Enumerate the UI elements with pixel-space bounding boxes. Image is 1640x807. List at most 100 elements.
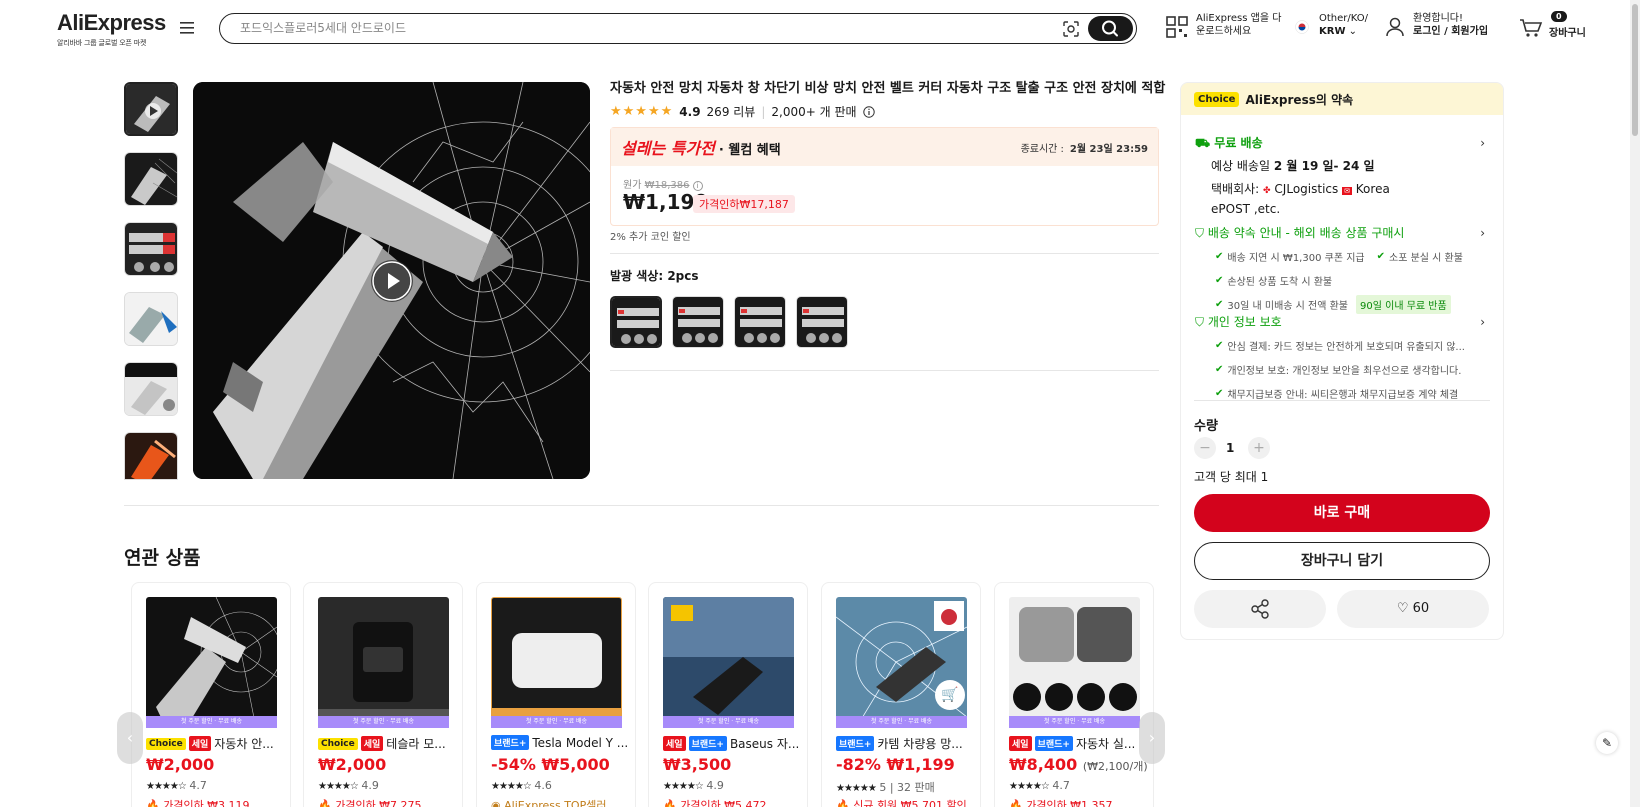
chevron-right-icon: › xyxy=(1480,225,1485,240)
product-card[interactable]: 첫 주문 할인 · 무료 배송 🛒 브랜드+ 카템 차량용 망... -82% ₩… xyxy=(821,582,981,807)
product-title: 자동차 안전 망치 자동차 창 차단기 비상 망치 안전 벨트 커터 자동차 구… xyxy=(610,81,1166,96)
product-card-rating: ★★★★☆ 4.7 xyxy=(146,779,207,792)
gallery-thumb[interactable] xyxy=(124,362,178,416)
product-card-rating: ★★★★☆ 4.6 xyxy=(491,779,552,792)
check-icon: ✔ xyxy=(1215,299,1224,310)
share-icon xyxy=(1251,599,1269,619)
check-icon: ✔ xyxy=(1215,340,1224,351)
product-card-name: Choice 세일 테슬라 모... xyxy=(318,735,454,752)
quantity-increase-button[interactable]: + xyxy=(1248,437,1270,459)
image-search-icon[interactable] xyxy=(1062,20,1080,38)
privacy-item: 안심 결제: 카드 정보는 안전하게 보호되며 유출되지 않... xyxy=(1227,342,1465,353)
free-shipping-row[interactable]: ⛟ 무료 배송 › 예상 배송일 2 월 19 일- 24 일 택배회사: ✤ … xyxy=(1195,134,1485,218)
wishlist-button[interactable]: ♡ 60 xyxy=(1337,590,1489,628)
divider xyxy=(610,253,1159,254)
gallery-thumb[interactable] xyxy=(124,432,178,480)
gallery-thumb[interactable] xyxy=(124,292,178,346)
share-button[interactable] xyxy=(1194,590,1326,628)
feedback-edit-icon[interactable]: ✎ xyxy=(1596,732,1618,754)
divider xyxy=(610,370,1159,371)
quantity-limit: 고객 당 최대 1 xyxy=(1194,470,1269,484)
product-card-name: 세일 브랜드+ 자동차 실... xyxy=(1009,735,1145,752)
search-button[interactable] xyxy=(1088,16,1133,41)
first-order-strip: 첫 주문 할인 · 무료 배송 xyxy=(1009,716,1140,728)
product-card-price: -54% ₩5,000 xyxy=(491,755,610,774)
region-selector[interactable]: Other/KO/KRW ⌄ xyxy=(1295,12,1368,38)
related-products-title: 연관 상품 xyxy=(124,547,201,569)
add-to-cart-icon[interactable]: 🛒 xyxy=(935,680,965,710)
deal-box: 설레는 특가전 · 웰컴 혜택 종료시간 :2월 23일 23:59 원가 ₩18… xyxy=(610,127,1159,226)
user-icon xyxy=(1386,17,1404,37)
product-card-promo: ◉ AliExpress TOP셀러 xyxy=(491,797,606,807)
product-card-image xyxy=(146,597,277,728)
menu-icon[interactable] xyxy=(180,22,194,34)
product-card[interactable]: 첫 주문 할인 · 무료 배송 Choice 세일 테슬라 모... ₩2,000 … xyxy=(303,582,463,807)
privacy-section[interactable]: ⛉ 개인 정보 보호 › ✔ 안심 결제: 카드 정보는 안전하게 보호되며 유출… xyxy=(1195,313,1485,402)
wishlist-count: 60 xyxy=(1412,601,1430,616)
color-option[interactable] xyxy=(610,296,662,348)
rating-value: 4.9 xyxy=(679,104,701,119)
carousel-next-button[interactable]: › xyxy=(1139,712,1165,764)
quantity-decrease-button[interactable]: − xyxy=(1194,437,1216,459)
delivery-promise-section[interactable]: ⛉ 배송 약속 안내 - 해외 배송 상품 구매시 › ✔ 배송 지연 시 ₩1,… xyxy=(1195,224,1485,314)
app-download[interactable]: AliExpress 앱을 다 운로드하세요 xyxy=(1166,12,1281,38)
epost-logo-icon: ✉ xyxy=(1342,187,1352,195)
deal-brand: 설레는 특가전 xyxy=(621,139,715,158)
product-card-image xyxy=(491,597,622,728)
gallery-thumb[interactable] xyxy=(124,152,178,206)
gallery-thumb-video[interactable] xyxy=(124,82,178,136)
color-option[interactable] xyxy=(672,296,724,348)
product-card-rating: ★★★★★ 5 | 32 판매 xyxy=(836,781,935,794)
product-card[interactable]: 첫 주문 할인 · 무료 배송 Choice 세일 자동차 안... ₩2,000 … xyxy=(131,582,291,807)
deal-end-time: 종료시간 :2월 23일 23:59 xyxy=(1020,143,1148,155)
chevron-left-icon: ‹ xyxy=(126,728,134,747)
main-product-image[interactable] xyxy=(193,82,590,479)
chevron-right-icon: › xyxy=(1148,728,1156,747)
check-icon: ✔ xyxy=(1215,388,1224,399)
gallery-thumb[interactable] xyxy=(124,222,178,276)
medal-icon: ◉ xyxy=(491,799,501,807)
fire-icon: 🔥 xyxy=(836,799,850,807)
product-card-image xyxy=(1009,597,1140,728)
scrollbar-thumb[interactable] xyxy=(1632,4,1638,136)
buy-now-button[interactable]: 바로 구매 xyxy=(1194,494,1490,532)
product-card-rating: ★★★★☆ 4.9 xyxy=(663,779,724,792)
shield-icon: ⛉ xyxy=(1195,226,1205,240)
aliexpress-logo[interactable]: AliExpress 알리바바 그룹 글로벌 오픈 마켓 xyxy=(57,10,166,48)
first-order-strip: 첫 주문 할인 · 무료 배송 xyxy=(836,716,967,728)
account-menu[interactable]: 환영합니다! 로그인 / 회원가입 xyxy=(1385,12,1488,38)
product-card[interactable]: 첫 주문 할인 · 무료 배송 세일 브랜드+ Baseus 자... ₩3,500… xyxy=(648,582,808,807)
quantity-label: 수량 xyxy=(1194,419,1218,434)
video-play-button[interactable] xyxy=(371,260,413,302)
info-icon[interactable] xyxy=(862,105,875,118)
product-card-price: ₩2,000 xyxy=(146,755,215,774)
product-card-promo: 🔥 가격인하 ₩3,119 xyxy=(146,797,250,807)
product-card-image xyxy=(318,597,449,728)
privacy-item: 개인정보 보호: 개인정보 보안을 최우선으로 생각합니다. xyxy=(1227,366,1462,377)
qr-code-icon xyxy=(1166,16,1188,38)
product-card[interactable]: 첫 주문 할인 · 무료 배송 브랜드+ Tesla Model Y ... -5… xyxy=(476,582,636,807)
sold-count: 2,000+ 개 판매 xyxy=(771,105,857,119)
review-count[interactable]: 269 리뷰 xyxy=(707,103,756,120)
currency-text: KRW xyxy=(1319,26,1346,37)
first-order-strip: 첫 주문 할인 · 무료 배송 xyxy=(146,716,277,728)
promise-item: 소포 분실 시 환불 xyxy=(1389,253,1463,264)
check-icon: ✔ xyxy=(1215,251,1224,262)
color-option[interactable] xyxy=(734,296,786,348)
color-label: 발광 색상: 2pcs xyxy=(610,269,699,283)
heart-icon: ♡ xyxy=(1396,601,1409,616)
product-card-name: 브랜드+ Tesla Model Y ... xyxy=(491,735,627,750)
promise-item: 손상된 상품 도착 시 환불 xyxy=(1227,277,1333,288)
carousel-prev-button[interactable]: ‹ xyxy=(117,712,143,764)
quantity-value[interactable]: 1 xyxy=(1226,441,1234,455)
chevron-right-icon: › xyxy=(1480,314,1485,329)
rating-row: ★★★★★ 4.9 269 리뷰 | 2,000+ 개 판매 xyxy=(610,103,875,120)
privacy-item: 채무지급보증 안내: 씨티은행과 채무지급보증 계약 체결 xyxy=(1227,390,1459,401)
search-input[interactable] xyxy=(240,18,1020,38)
color-option[interactable] xyxy=(796,296,848,348)
cart-link[interactable]: 0 장바구니 xyxy=(1519,11,1586,40)
add-to-cart-button[interactable]: 장바구니 담기 xyxy=(1194,542,1490,580)
product-card-price: -82% ₩1,199 xyxy=(836,755,955,774)
login-link: 로그인 / 회원가입 xyxy=(1413,26,1489,37)
product-card[interactable]: 첫 주문 할인 · 무료 배송 세일 브랜드+ 자동차 실... ₩8,400 (₩… xyxy=(994,582,1154,807)
